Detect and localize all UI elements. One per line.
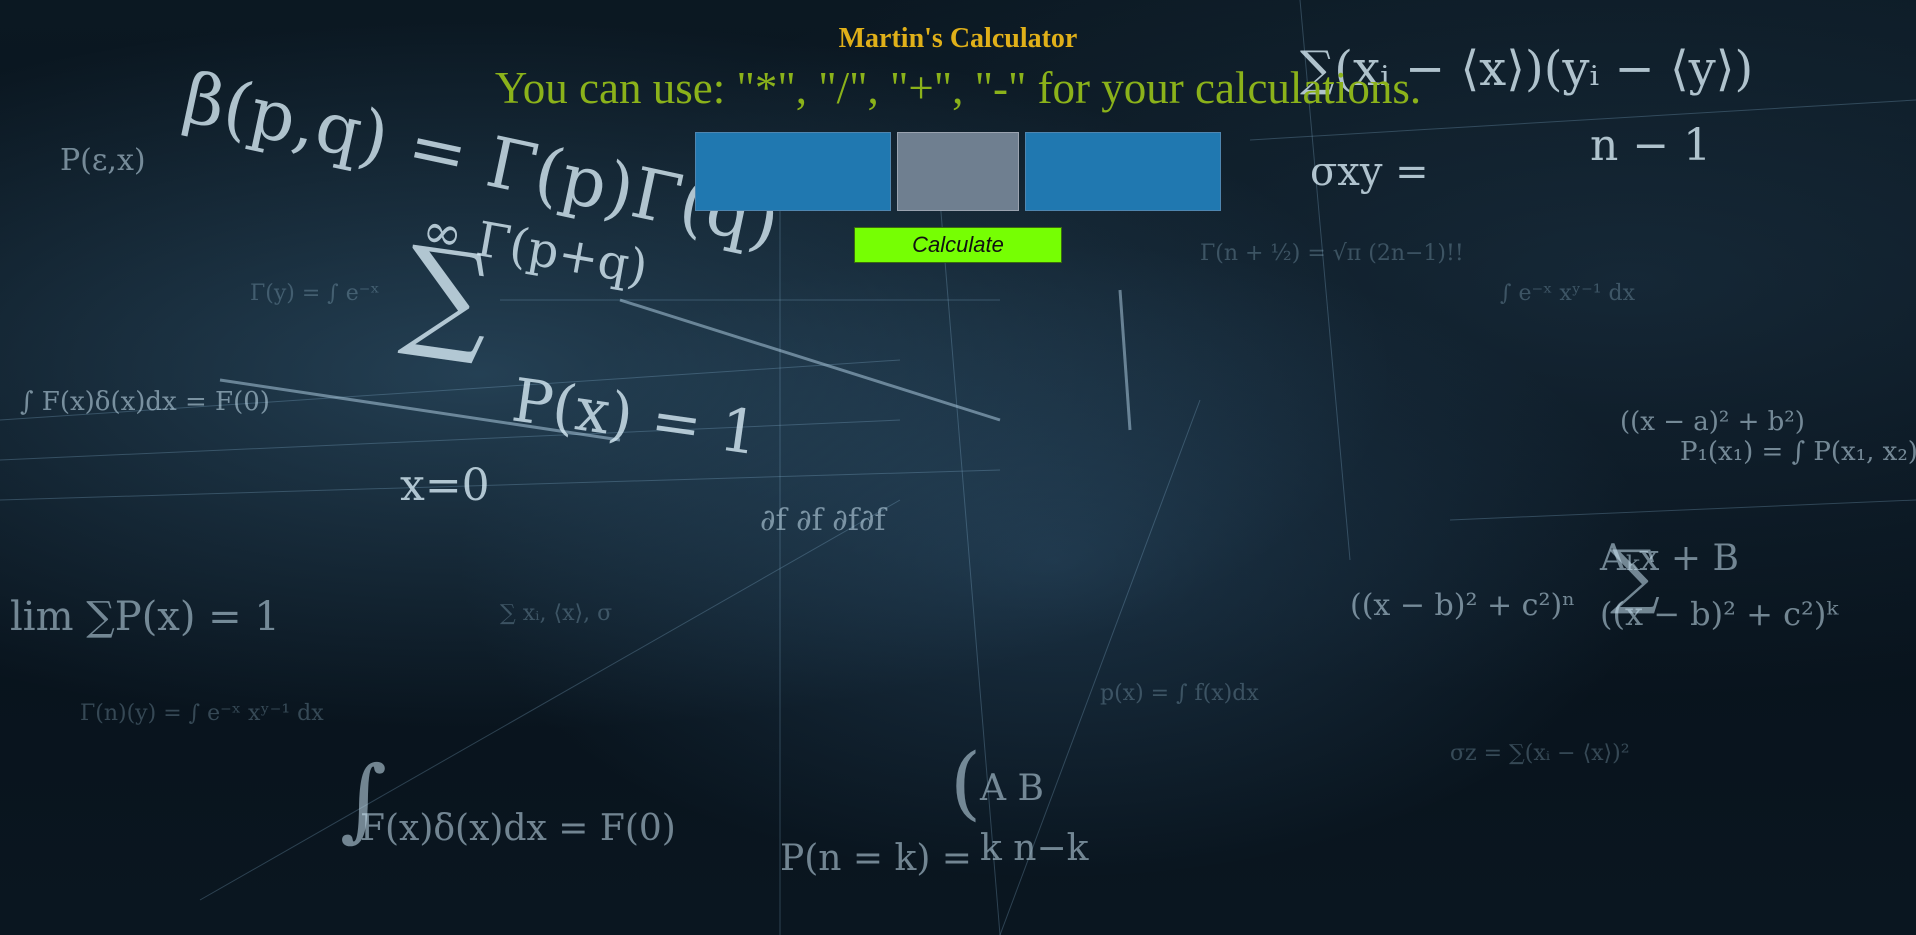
second-number-input[interactable] xyxy=(1025,132,1221,211)
svg-text:x=0: x=0 xyxy=(400,460,490,511)
svg-text:A B: A B xyxy=(979,768,1044,809)
first-number-input[interactable] xyxy=(695,132,891,211)
svg-text:∫ F(x)δ(x)dx = F(0): ∫ F(x)δ(x)dx = F(0) xyxy=(20,387,270,417)
page-title: Martin's Calculator xyxy=(838,23,1078,54)
calculator-input-row xyxy=(0,132,1916,211)
svg-text:∫: ∫ xyxy=(340,747,387,852)
svg-text:P(n = k) =: P(n = k) = xyxy=(780,838,972,879)
svg-text:σz = ∑(xᵢ − ⟨x⟩)²: σz = ∑(xᵢ − ⟨x⟩)² xyxy=(1450,741,1630,766)
svg-text:Γ(y) = ∫ e⁻ˣ: Γ(y) = ∫ e⁻ˣ xyxy=(250,281,380,306)
svg-text:lim ∑P(x) = 1: lim ∑P(x) = 1 xyxy=(10,594,280,640)
svg-text:Γ(n)(y) = ∫ e⁻ˣ xʸ⁻¹ dx: Γ(n)(y) = ∫ e⁻ˣ xʸ⁻¹ dx xyxy=(80,701,324,726)
svg-text:∑ xᵢ, ⟨x⟩, σ: ∑ xᵢ, ⟨x⟩, σ xyxy=(500,601,612,626)
svg-text:∫ e⁻ˣ xʸ⁻¹ dx: ∫ e⁻ˣ xʸ⁻¹ dx xyxy=(1500,281,1636,306)
svg-text:F(x)δ(x)dx = F(0): F(x)δ(x)dx = F(0) xyxy=(360,808,676,849)
svg-text:P(x) = 1: P(x) = 1 xyxy=(508,366,763,470)
svg-text:((x − a)² + b²): ((x − a)² + b²) xyxy=(1620,407,1805,437)
svg-text:((x − b)² + c²)ⁿ: ((x − b)² + c²)ⁿ xyxy=(1350,588,1575,623)
svg-text:∑: ∑ xyxy=(1610,535,1660,617)
svg-text:k n−k: k n−k xyxy=(980,828,1090,869)
svg-text:(: ( xyxy=(950,736,981,829)
svg-text:P₁(x₁) = ∫ P(x₁, x₂): P₁(x₁) = ∫ P(x₁, x₂) xyxy=(1680,437,1916,467)
operator-input[interactable] xyxy=(897,132,1019,211)
calculate-button[interactable]: Calculate xyxy=(854,227,1062,263)
svg-text:∂f ∂f ∂f∂f: ∂f ∂f ∂f∂f xyxy=(760,503,887,538)
svg-text:p(x) = ∫ f(x)dx: p(x) = ∫ f(x)dx xyxy=(1100,681,1259,706)
instructions-text: You can use: "*", "/", "+", "-" for your… xyxy=(494,63,1422,113)
calculator-container: Martin's Calculator You can use: "*", "/… xyxy=(0,0,1916,263)
